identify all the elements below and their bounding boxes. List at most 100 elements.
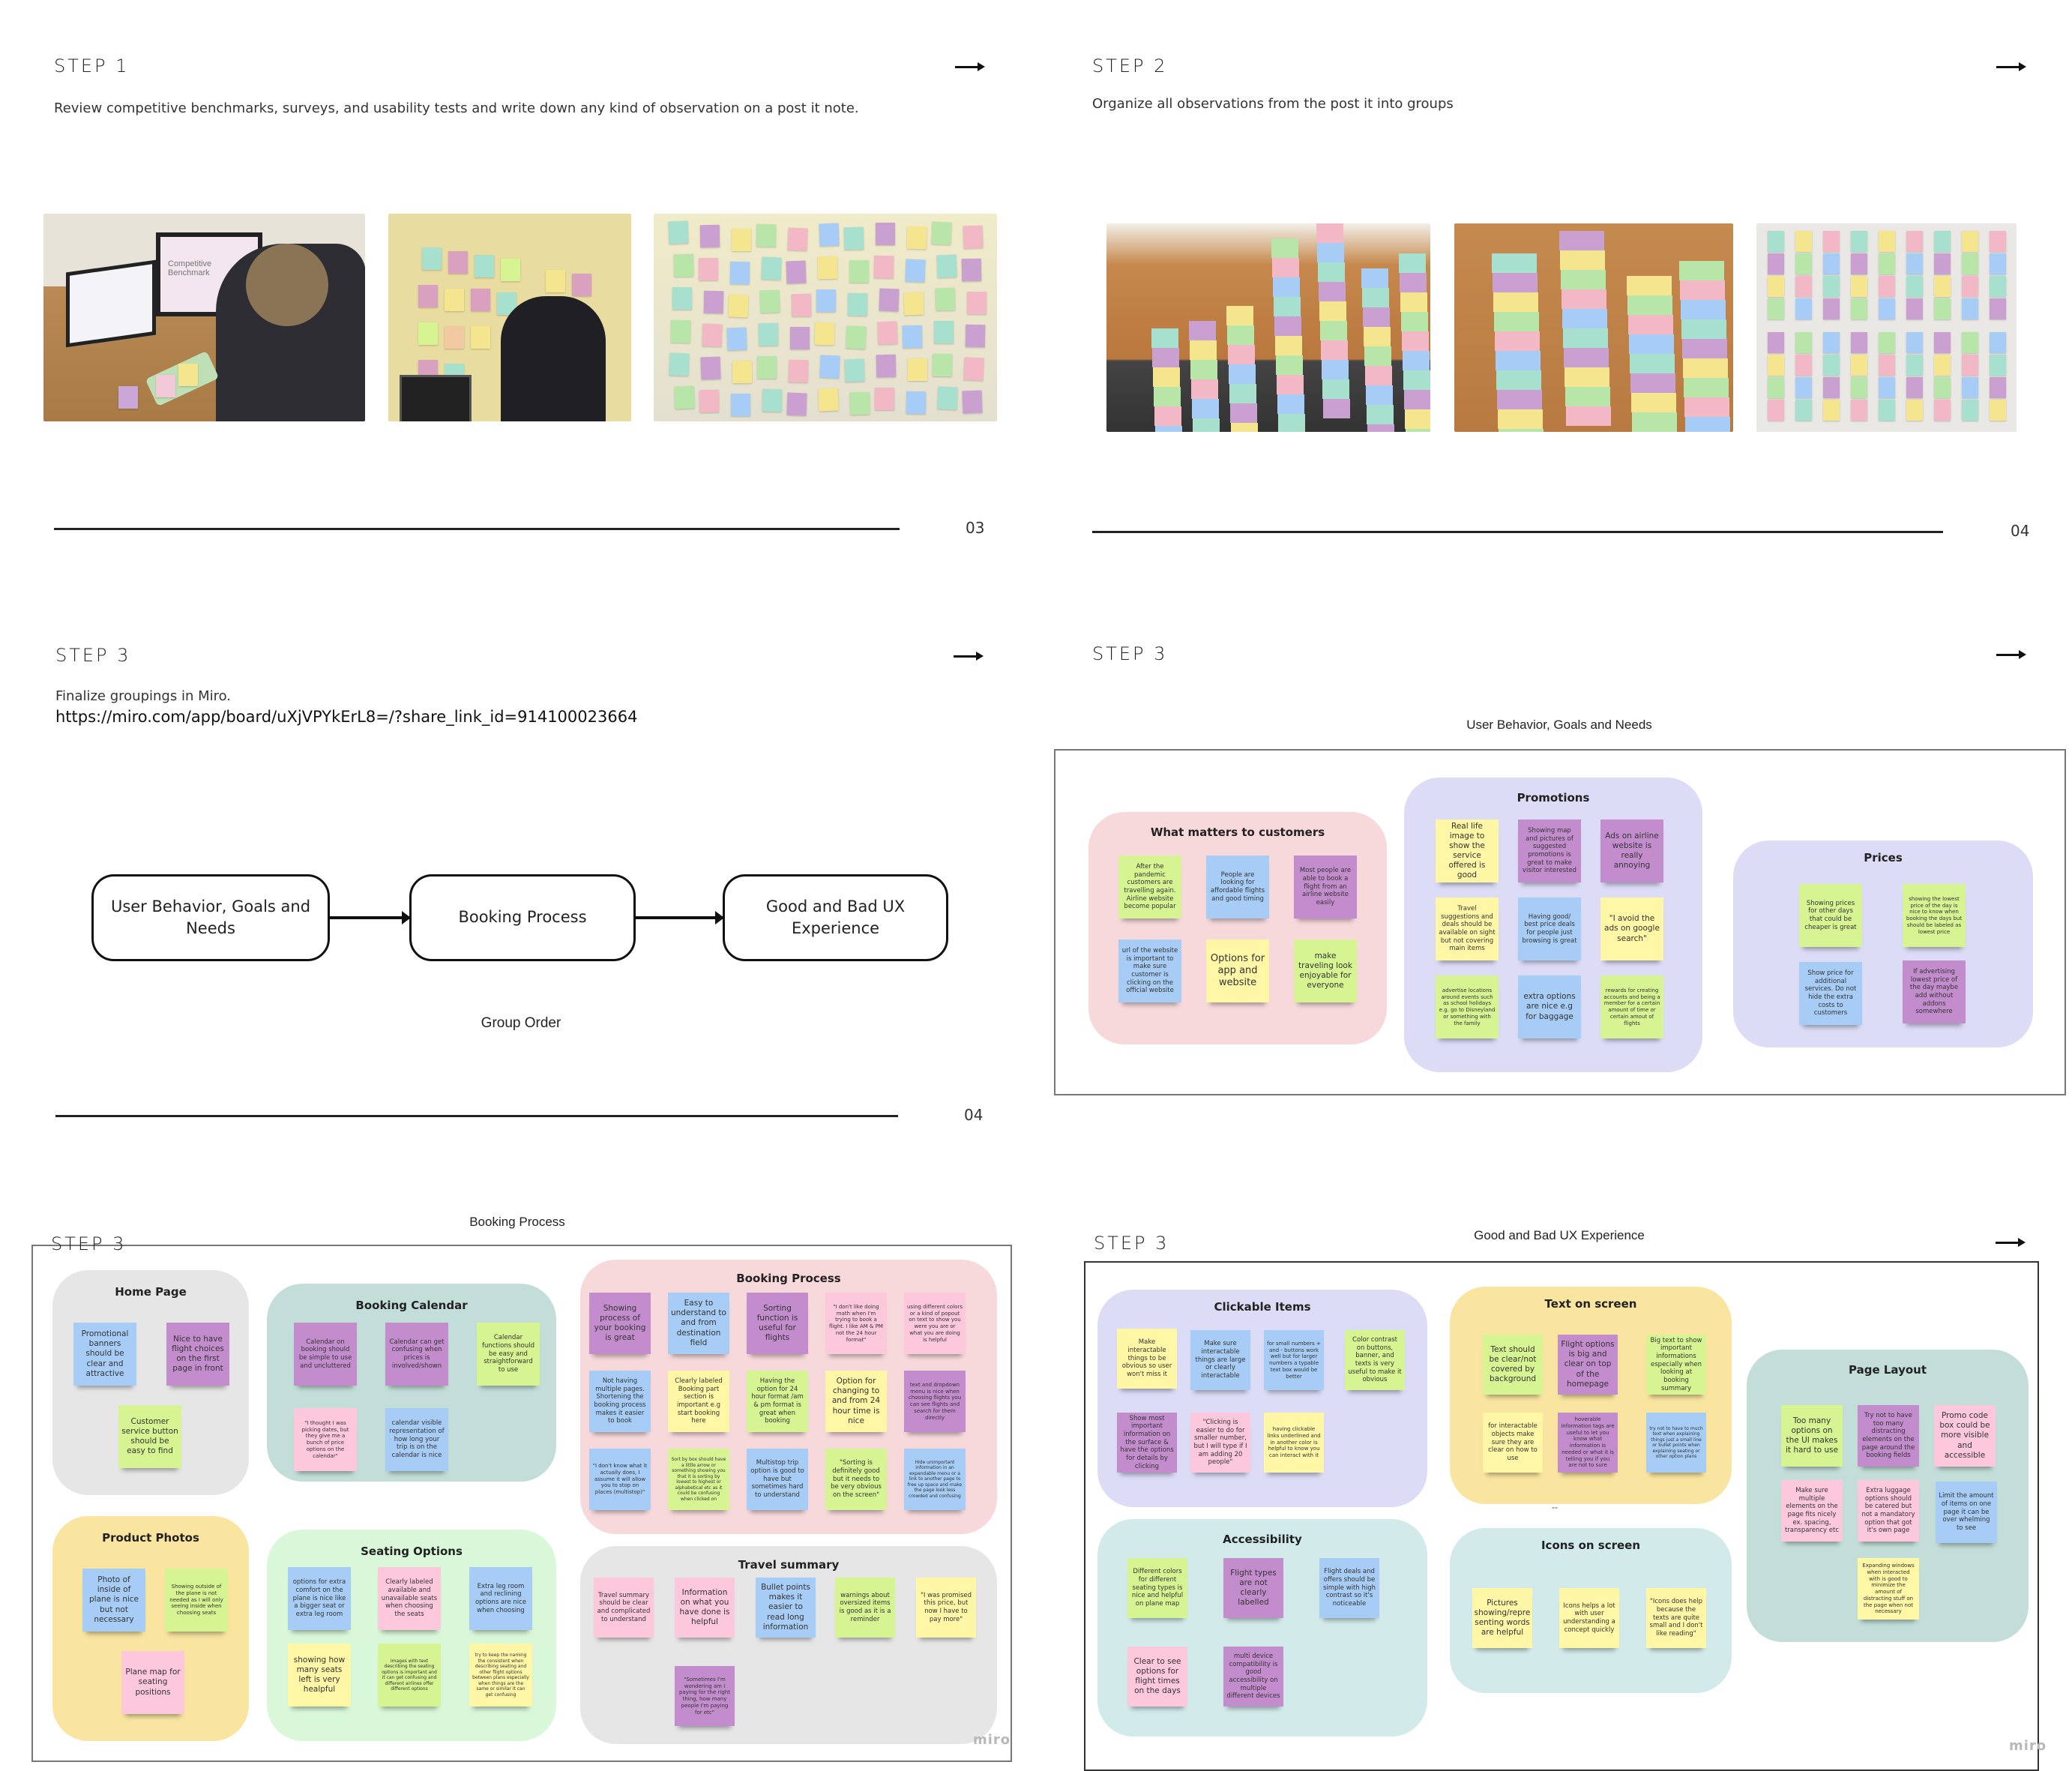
miro-board-link[interactable]: https://miro.com/app/board/uXjVPYkErL8=/… — [55, 708, 637, 726]
sticky-note[interactable]: People are looking for affordable flight… — [1206, 856, 1269, 918]
sticky-note[interactable]: Having the option for 24 hour format /am… — [747, 1371, 808, 1432]
sticky-note[interactable]: rewards for creating accounts and being … — [1600, 975, 1663, 1038]
sticky-note[interactable]: Different colors for different seating t… — [1127, 1558, 1187, 1618]
sticky-note[interactable]: Showing map and pictures of suggested pr… — [1518, 820, 1581, 883]
sticky-note[interactable]: Not having multiple pages. Shortening th… — [589, 1371, 651, 1432]
sticky-note[interactable]: try to keep the naming the consistent wh… — [469, 1644, 532, 1707]
sticky-note[interactable]: Photo of inside of plane is nice but not… — [82, 1569, 145, 1632]
sticky-note[interactable]: Try not to have too many distracting ele… — [1858, 1405, 1919, 1467]
sticky-note[interactable]: Promotional banners should be clear and … — [73, 1323, 136, 1386]
arrow-right-icon[interactable] — [1996, 649, 2026, 660]
sticky-note[interactable]: Options for app and website — [1206, 939, 1269, 1002]
sticky-note[interactable]: Easy to understand to and from destinati… — [668, 1293, 729, 1354]
sticky-note[interactable]: "I was promised this price, but now I ha… — [916, 1578, 976, 1638]
sticky-note[interactable]: Extra luggage options should be catered … — [1858, 1480, 1919, 1542]
sticky-note[interactable]: Extra leg room and reclining options are… — [469, 1567, 532, 1630]
sticky-note[interactable]: Option for changing to and from 24 hour … — [825, 1371, 887, 1432]
arrow-right-icon[interactable] — [1996, 1237, 2026, 1248]
sticky-note[interactable]: Promo code box could be more visible and… — [1934, 1405, 1996, 1467]
sticky-note[interactable]: Show most important information on the s… — [1117, 1413, 1177, 1473]
sticky-note[interactable]: Showing outside of the plane is not need… — [165, 1569, 228, 1632]
sticky-note[interactable]: Too many options on the UI makes it hard… — [1781, 1405, 1843, 1467]
sticky-note[interactable]: Information on what you have done is hel… — [675, 1578, 735, 1638]
sticky-note[interactable]: "Icons does help because the texts are q… — [1646, 1588, 1706, 1648]
sticky-note[interactable]: Sorting function is useful for flights — [747, 1293, 808, 1354]
sticky-note[interactable]: Pictures showing/repre senting words are… — [1472, 1588, 1532, 1648]
sticky-note[interactable]: Calendar functions should be easy and st… — [477, 1323, 540, 1386]
photo-sticky-strip — [1364, 327, 1391, 346]
arrow-right-icon[interactable] — [1996, 61, 2026, 72]
sticky-note[interactable]: Most people are able to book a flight fr… — [1294, 856, 1357, 918]
sticky-note[interactable]: Hide unimportant information in an expan… — [904, 1449, 966, 1510]
sticky-note[interactable]: showing how many seats left is very heal… — [288, 1644, 351, 1707]
sticky-note[interactable]: advertise locations around events such a… — [1436, 975, 1499, 1038]
sticky-note[interactable]: warnings about oversized items is good a… — [835, 1578, 895, 1638]
sticky-note[interactable]: After the pandemic customers are travell… — [1118, 856, 1181, 918]
sticky-note[interactable]: Real life image to show the service offe… — [1436, 820, 1499, 883]
sticky-note[interactable]: options for extra comfort on the plane i… — [288, 1567, 351, 1630]
sticky-note[interactable]: Big text to show important informations … — [1646, 1335, 1706, 1395]
sticky-note[interactable]: calendar visible representation of how l… — [385, 1408, 448, 1471]
sticky-note[interactable]: Ads on airline website is really annoyin… — [1600, 820, 1663, 883]
sticky-note[interactable]: Make interactable things to be obvious s… — [1117, 1329, 1177, 1389]
sticky-note[interactable]: Limit the amount of items on one page it… — [1936, 1482, 1997, 1543]
sticky-note[interactable]: Clearly labeled Booking part section is … — [668, 1371, 729, 1432]
sticky-note[interactable]: try not to have to much text when explai… — [1646, 1413, 1706, 1473]
sticky-note[interactable]: Travel summary should be clear and compl… — [594, 1578, 654, 1638]
sticky-note[interactable]: Flight types are not clearly labelled — [1223, 1558, 1283, 1618]
sticky-note[interactable]: text and dropdown menu is nice when choo… — [904, 1371, 966, 1432]
sticky-note[interactable]: Expanding windows when interacted with i… — [1858, 1558, 1919, 1620]
page-number: 04 — [2011, 522, 2030, 540]
arrow-right-icon[interactable] — [955, 61, 985, 72]
sticky-note[interactable]: extra options are nice e.g for baggage — [1518, 975, 1581, 1038]
photo-sticky-note — [1934, 332, 1951, 353]
sticky-note[interactable]: If advertising lowest price of the day m… — [1903, 960, 1966, 1023]
sticky-note[interactable]: "I don't like doing math when I'm trying… — [825, 1293, 887, 1354]
sticky-note[interactable]: for small numbers + and - buttons work w… — [1264, 1330, 1324, 1390]
sticky-note[interactable]: "I avoid the ads on google search" — [1600, 897, 1663, 960]
sticky-note[interactable]: multi device compatibility is good acces… — [1223, 1647, 1283, 1707]
sticky-note[interactable]: "I don't know what it actually does, I a… — [589, 1449, 651, 1510]
photo-sticky-note — [1990, 377, 2006, 398]
sticky-note[interactable]: Customer service button should be easy t… — [118, 1405, 181, 1468]
arrow-right-icon[interactable] — [954, 651, 984, 661]
sticky-note[interactable]: make traveling look enjoyable for everyo… — [1294, 939, 1357, 1002]
sticky-note[interactable]: Make sure interactable things are large … — [1190, 1330, 1250, 1390]
sticky-note[interactable]: "I thought I was picking dates, but they… — [294, 1408, 357, 1471]
sticky-note[interactable]: Showing process of your booking is great — [589, 1293, 651, 1354]
sticky-note[interactable]: Calendar can get confusing when prices i… — [385, 1323, 448, 1386]
photo-sticky-note — [936, 254, 957, 278]
sticky-note[interactable]: having clickable links underlined and in… — [1264, 1413, 1324, 1473]
photo-sticky-note — [903, 292, 924, 316]
photo-sticky-strip — [1364, 346, 1391, 366]
sticky-note[interactable]: Sort by box should have a little arrow o… — [668, 1449, 729, 1510]
sticky-note[interactable]: "Sometimes I'm wondering am I paying for… — [675, 1666, 735, 1726]
sticky-note[interactable]: Travel suggestions and deals should be a… — [1436, 897, 1499, 960]
sticky-note[interactable]: Make sure multiple elements on the page … — [1781, 1480, 1843, 1542]
sticky-note[interactable]: Bullet points makes it easier to read lo… — [756, 1578, 816, 1638]
sticky-note[interactable]: Showing prices for other days that could… — [1799, 884, 1862, 947]
sticky-note[interactable]: Multistop trip option is good to have bu… — [747, 1449, 808, 1510]
sticky-note[interactable]: Calendar on booking should be simple to … — [294, 1323, 357, 1386]
sticky-note[interactable]: Images with text describing the seating … — [378, 1644, 441, 1707]
sticky-note[interactable]: url of the website is important to make … — [1118, 939, 1181, 1002]
sticky-note[interactable]: Nice to have flight choices on the first… — [166, 1323, 229, 1386]
sticky-note[interactable]: Color contrast on buttons, banner, and t… — [1345, 1330, 1405, 1390]
sticky-note[interactable]: for interactable objects make sure they … — [1483, 1413, 1543, 1473]
sticky-note[interactable]: Icons helps a lot with user understandin… — [1559, 1588, 1619, 1648]
sticky-note[interactable]: Clear to see options for flight times on… — [1127, 1647, 1187, 1707]
sticky-note[interactable]: Plane map for seating positions — [121, 1651, 184, 1714]
sticky-note[interactable]: Flight deals and offers should be simple… — [1319, 1558, 1379, 1618]
sticky-note[interactable]: "Sorting is definitely good but it needs… — [825, 1449, 887, 1510]
miro-board-frame: What matters to customers After the pande… — [1054, 749, 2066, 1095]
sticky-note[interactable]: Text should be clear/not covered by back… — [1483, 1335, 1543, 1395]
sticky-note[interactable]: "Clicking is easier to do for smaller nu… — [1190, 1413, 1250, 1473]
sticky-note[interactable]: Having good/ best price deals for people… — [1518, 897, 1581, 960]
sticky-note[interactable]: using different colors or a kind of popo… — [904, 1293, 966, 1354]
sticky-note[interactable]: Flight options is big and clear on top o… — [1558, 1335, 1618, 1395]
sticky-note[interactable]: showing the lowest price of the day is n… — [1903, 884, 1966, 947]
sticky-note[interactable]: Clearly labeled available and unavailabl… — [378, 1567, 441, 1630]
sticky-note[interactable]: hoverable information tags are useful to… — [1558, 1413, 1618, 1473]
sticky-note[interactable]: Show price for additional services. Do n… — [1799, 962, 1862, 1025]
photo-sticky-strip — [1566, 406, 1611, 426]
